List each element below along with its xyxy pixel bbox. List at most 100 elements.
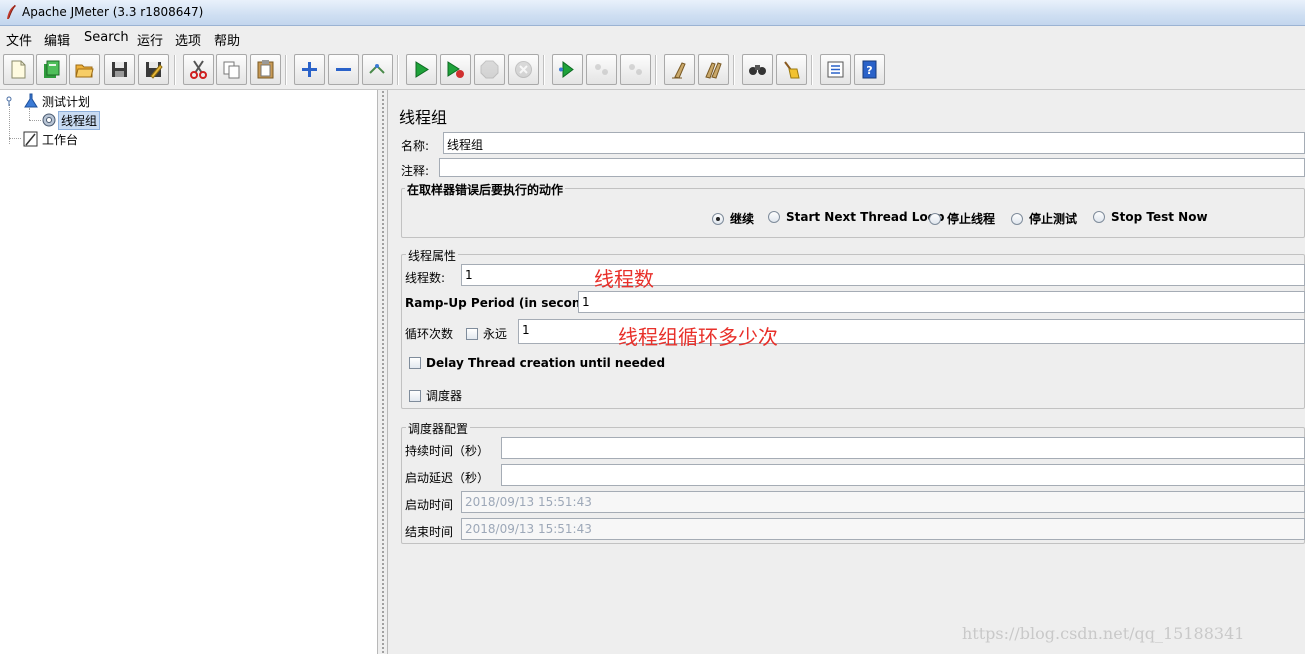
clear-all-button[interactable]: [698, 54, 729, 85]
name-label: 名称:: [401, 139, 430, 153]
rampup-label: Ramp-Up Period (in seconds):: [405, 296, 607, 310]
end-time-field[interactable]: 2018/09/13 15:51:43: [461, 518, 1305, 540]
radio-label: Start Next Thread Loop: [786, 210, 945, 224]
stop-button[interactable]: [474, 54, 505, 85]
search-button[interactable]: [742, 54, 773, 85]
shutdown-button[interactable]: [508, 54, 539, 85]
tree-node-workbench[interactable]: 工作台: [22, 130, 80, 148]
threads-label: 线程数:: [405, 271, 446, 285]
toolbar-separator: [174, 55, 176, 85]
menu-search[interactable]: Search: [83, 30, 130, 45]
menu-run[interactable]: 运行: [136, 30, 164, 49]
remote-shutdown-icon: [629, 64, 642, 75]
splitter-handle[interactable]: [378, 90, 388, 654]
radio-dot: [712, 212, 724, 225]
start-button[interactable]: [406, 54, 437, 85]
window-title: Apache JMeter (3.3 r1808647): [22, 5, 204, 19]
shutdown-icon: [515, 61, 532, 78]
expand-all-button[interactable]: [294, 54, 325, 85]
scheduler-checkbox[interactable]: 调度器: [409, 387, 462, 404]
help-button[interactable]: ?: [854, 54, 885, 85]
checkbox-box: [466, 327, 478, 340]
toggle-button[interactable]: [362, 54, 393, 85]
menu-edit[interactable]: 编辑: [43, 30, 71, 49]
templates-button[interactable]: [36, 54, 67, 85]
radio-stop-test[interactable]: 停止测试: [1011, 210, 1077, 227]
menu-help[interactable]: 帮助: [213, 30, 241, 49]
clear-button[interactable]: [664, 54, 695, 85]
collapse-icon: [336, 68, 351, 71]
search-icon: [749, 65, 766, 75]
watermark: https://blog.csdn.net/qq_15188341: [962, 624, 1245, 643]
thread-group-panel: 线程组 名称: 线程组 注释: 在取样器错误后要执行的动作 继续 Start N…: [389, 90, 1305, 654]
threads-annotation: 线程数: [594, 267, 654, 291]
copy-icon: [223, 61, 240, 79]
workbench-icon: [23, 131, 38, 147]
stop-icon: [480, 60, 499, 79]
tree-node-label: 工作台: [42, 132, 79, 147]
checkbox-box: [409, 389, 421, 402]
start-time-field[interactable]: 2018/09/13 15:51:43: [461, 491, 1305, 513]
revert-icon: [146, 62, 163, 79]
save-icon: [112, 62, 127, 77]
end-time-label: 结束时间: [405, 525, 454, 539]
radio-dot: [768, 211, 780, 223]
radio-label: 继续: [730, 212, 755, 226]
checkbox-label: Delay Thread creation until needed: [426, 356, 666, 370]
function-helper-button[interactable]: [820, 54, 851, 85]
tree-connector: [9, 138, 21, 139]
error-action-legend: 在取样器错误后要执行的动作: [405, 181, 566, 198]
tree-expand-handle-icon[interactable]: [4, 96, 14, 106]
reset-search-button[interactable]: [776, 54, 807, 85]
start-no-pause-icon: [447, 61, 464, 78]
rampup-field[interactable]: 1: [578, 291, 1305, 313]
start-no-pause-button[interactable]: [440, 54, 471, 85]
radio-label: 停止线程: [947, 212, 996, 226]
save-as-button[interactable]: [138, 54, 169, 85]
thread-group-icon: [42, 113, 56, 127]
toolbar-separator: [285, 55, 287, 85]
collapse-all-button[interactable]: [328, 54, 359, 85]
cut-button[interactable]: [183, 54, 214, 85]
clear-all-icon: [705, 62, 722, 79]
radio-start-next-loop[interactable]: Start Next Thread Loop: [768, 210, 945, 224]
thread-properties-legend: 线程属性: [406, 247, 459, 264]
menu-options[interactable]: 选项: [174, 30, 202, 49]
radio-dot: [1093, 211, 1105, 223]
svg-text:?: ?: [866, 64, 872, 77]
threads-field[interactable]: 1: [461, 264, 1305, 286]
radio-label: Stop Test Now: [1111, 210, 1208, 224]
remote-shutdown-button[interactable]: [620, 54, 651, 85]
toolbar-separator: [733, 55, 735, 85]
name-field[interactable]: 线程组: [443, 132, 1305, 154]
tree-node-test-plan[interactable]: 测试计划: [22, 92, 92, 110]
delay-thread-creation-checkbox[interactable]: Delay Thread creation until needed: [409, 356, 665, 370]
remote-stop-icon: [595, 64, 608, 75]
duration-field[interactable]: [501, 437, 1305, 459]
toolbar-separator: [655, 55, 657, 85]
forever-checkbox[interactable]: 永远: [466, 325, 507, 342]
open-button[interactable]: [69, 54, 100, 85]
menu-file[interactable]: 文件: [5, 30, 33, 49]
comment-field[interactable]: [439, 158, 1305, 177]
loop-annotation: 线程组循环多少次: [618, 325, 778, 349]
save-button[interactable]: [104, 54, 135, 85]
paste-button[interactable]: [250, 54, 281, 85]
checkbox-label: 调度器: [426, 389, 463, 403]
paste-icon: [257, 60, 274, 79]
new-button[interactable]: [3, 54, 34, 85]
remote-start-button[interactable]: [552, 54, 583, 85]
test-plan-tree: 测试计划 线程组 工作台: [0, 90, 378, 654]
radio-dot: [1011, 212, 1023, 225]
startup-delay-field[interactable]: [501, 464, 1305, 486]
tree-node-thread-group[interactable]: 线程组: [40, 110, 101, 130]
new-icon: [11, 60, 26, 79]
copy-button[interactable]: [216, 54, 247, 85]
radio-continue[interactable]: 继续: [712, 210, 754, 227]
remote-stop-button[interactable]: [586, 54, 617, 85]
open-icon: [75, 64, 94, 78]
radio-stop-test-now[interactable]: Stop Test Now: [1093, 210, 1208, 224]
splitter-grip: [381, 90, 385, 654]
comment-label: 注释:: [401, 164, 430, 178]
radio-stop-thread[interactable]: 停止线程: [929, 210, 995, 227]
